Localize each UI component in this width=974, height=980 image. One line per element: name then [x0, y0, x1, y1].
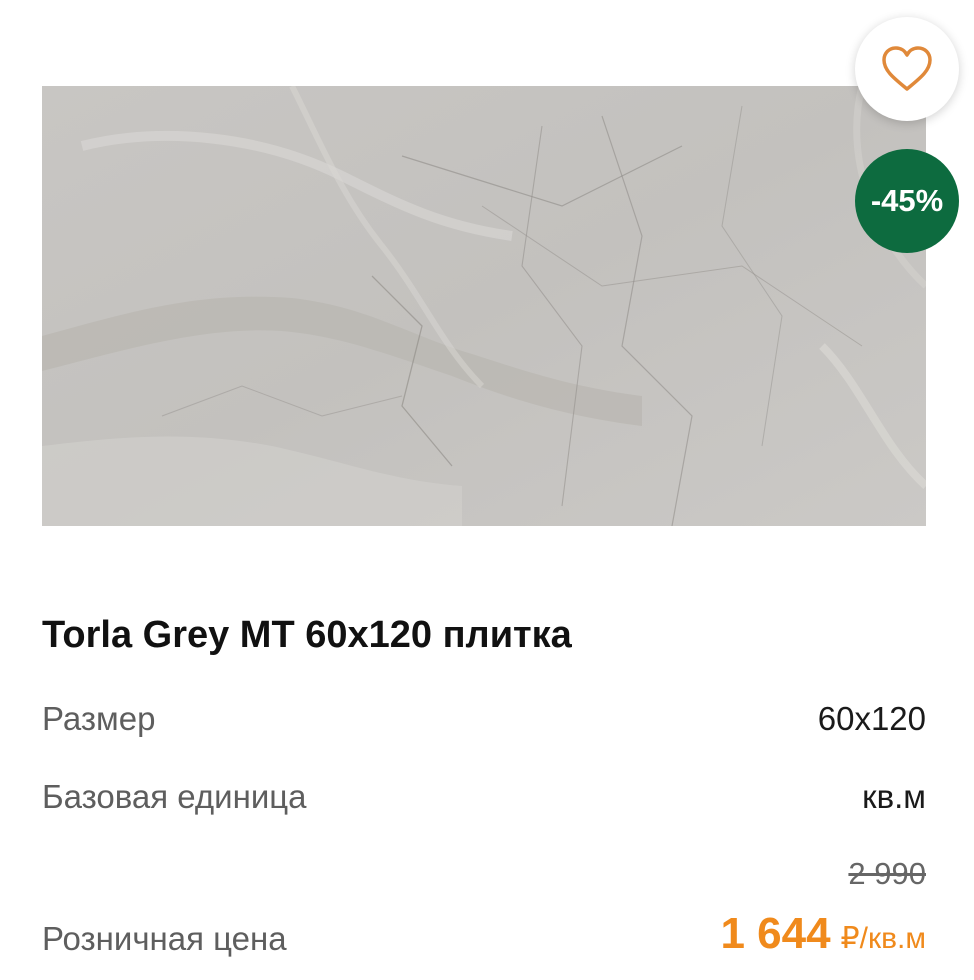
favorite-button[interactable]: [855, 17, 959, 121]
price-unit: ₽/кв.м: [840, 922, 926, 955]
heart-icon: [882, 46, 932, 91]
product-card[interactable]: -45% Torla Grey MT 60x120 плитка Размер …: [0, 0, 974, 980]
spec-unit-value: кв.м: [862, 778, 926, 815]
product-title[interactable]: Torla Grey MT 60x120 плитка: [42, 614, 572, 657]
product-image[interactable]: [42, 86, 926, 526]
retail-price-label: Розничная цена: [42, 920, 287, 957]
marble-tile-image: [42, 86, 926, 526]
current-price: 1 644 ₽/кв.м: [720, 909, 926, 959]
discount-badge: -45%: [855, 149, 959, 253]
spec-size-value: 60x120: [817, 700, 926, 737]
old-price: 2 990: [848, 856, 926, 891]
price-value: 1 644: [720, 909, 831, 958]
spec-size-label: Размер: [42, 700, 156, 737]
spec-unit-label: Базовая единица: [42, 778, 307, 815]
